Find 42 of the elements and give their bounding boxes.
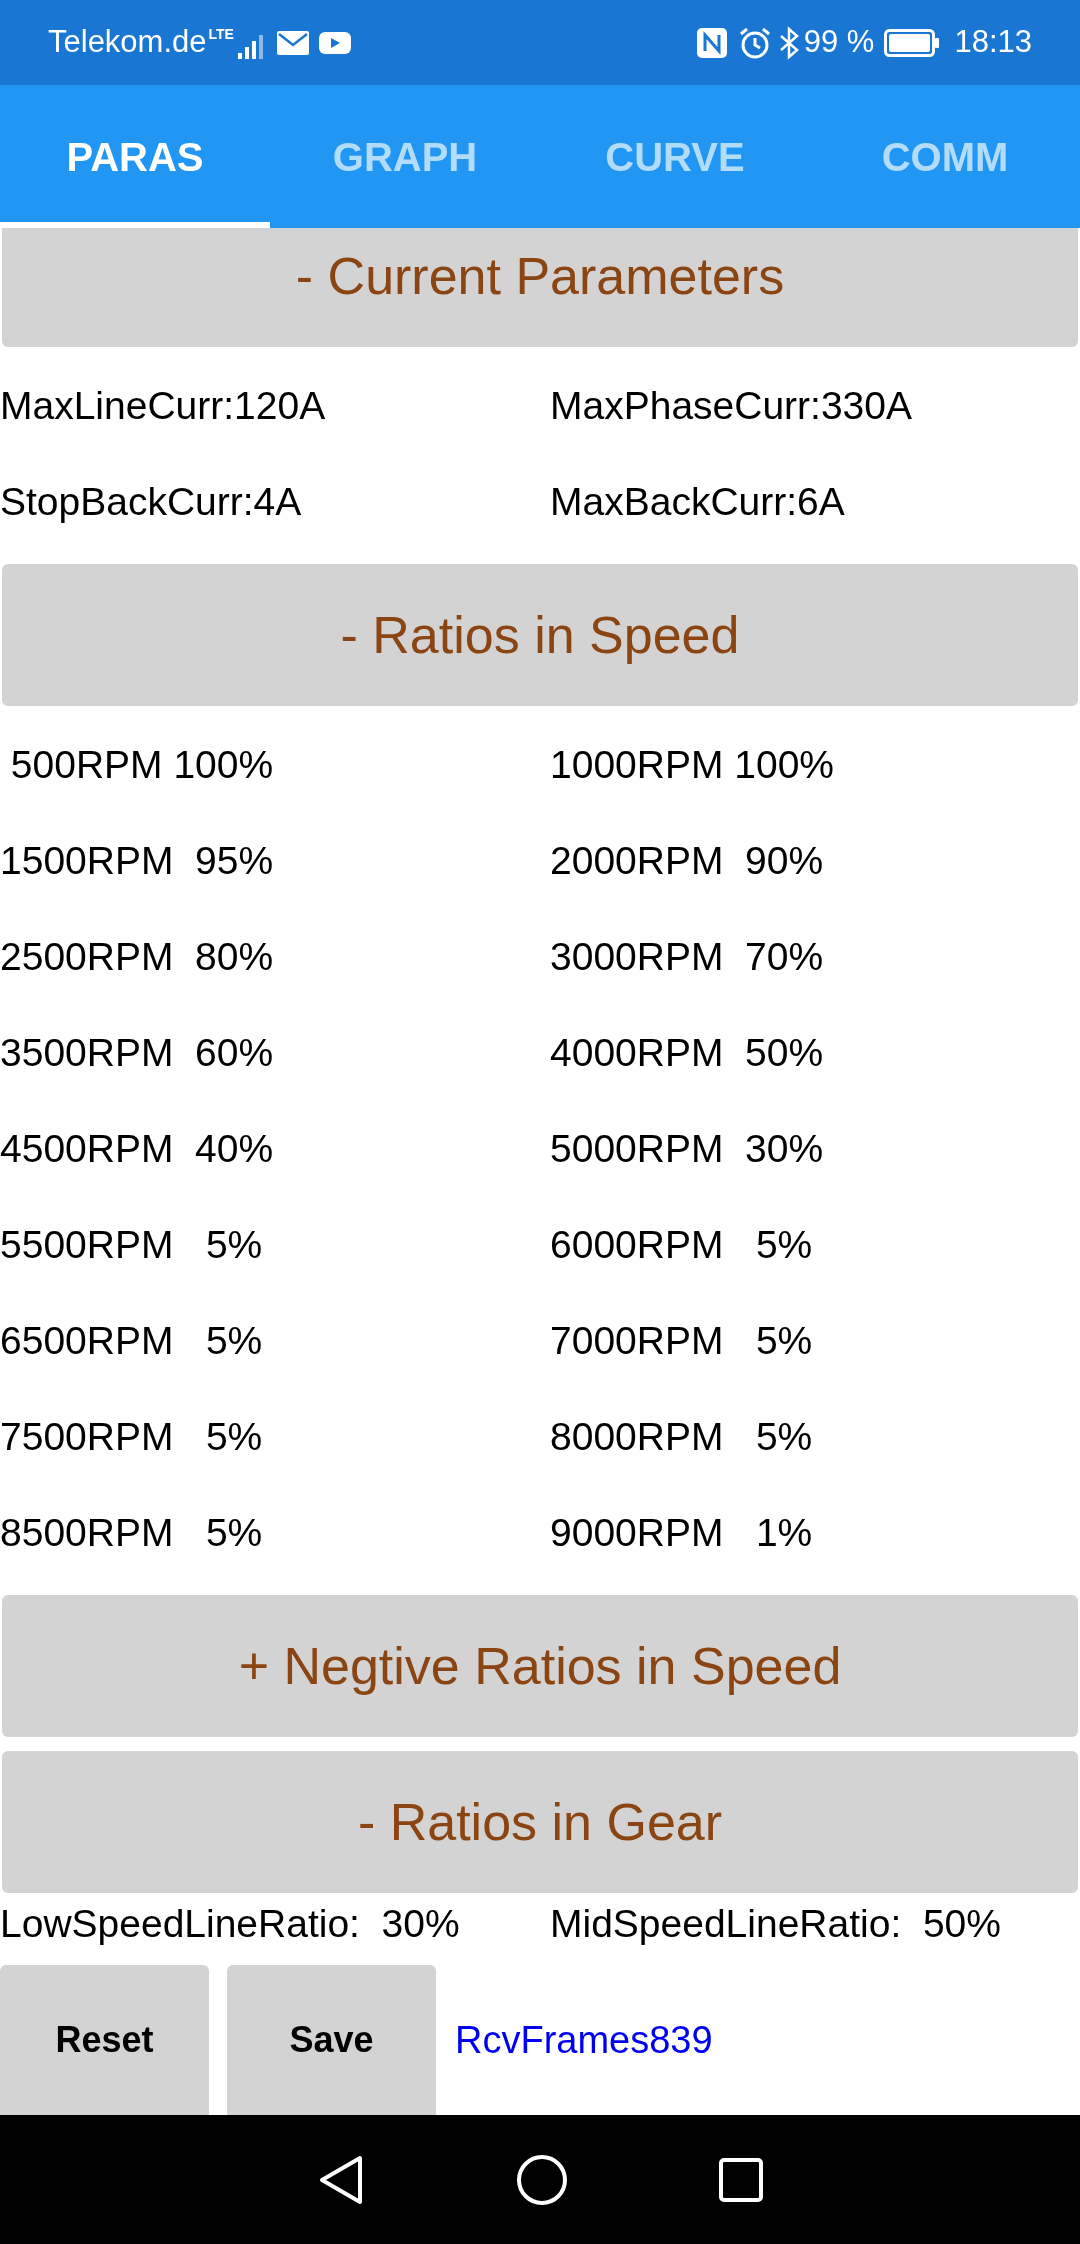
parameter-value: 1500RPM 95% <box>0 837 275 884</box>
parameter-value: 7000RPM 5% <box>550 1317 813 1364</box>
action-button[interactable]: Reset <box>0 1965 209 2115</box>
parameter-value: 7500RPM 5% <box>0 1413 264 1460</box>
home-icon[interactable] <box>516 2153 568 2206</box>
nfc-icon <box>695 26 728 59</box>
parameter-value: 4000RPM 50% <box>550 1029 824 1076</box>
parameter-value: 4500RPM 40% <box>0 1125 275 1172</box>
alarm-icon <box>737 25 772 60</box>
parameter-value: 3000RPM 70% <box>550 933 824 980</box>
parameter-value: 1000RPM 100% <box>550 741 834 788</box>
parameter-value: 8500RPM 5% <box>0 1509 264 1556</box>
parameter-value: 5000RPM 30% <box>550 1125 824 1172</box>
section-header[interactable]: + Negtive Ratios in Speed <box>2 1595 1078 1737</box>
parameter-value: MidSpeedLineRatio: 50% <box>550 1901 1001 1947</box>
clock-time: 18:13 <box>954 23 1032 62</box>
parameter-value: 3500RPM 60% <box>0 1029 275 1076</box>
battery-percent: 99 % <box>803 23 875 62</box>
parameter-value: StopBackCurr:4A <box>0 478 303 525</box>
parameter-value: 500RPM 100% <box>9 741 275 788</box>
parameter-value: 6500RPM 5% <box>0 1317 264 1364</box>
section-header[interactable]: - Current Parameters <box>2 228 1078 347</box>
parameter-value: MaxPhaseCurr:330A <box>550 382 912 429</box>
parameter-value: 8000RPM 5% <box>550 1413 813 1460</box>
parameter-value: 2000RPM 90% <box>550 837 824 884</box>
recents-icon[interactable] <box>718 2156 764 2203</box>
parameter-value: 5500RPM 5% <box>0 1221 264 1268</box>
parameter-value: MaxBackCurr:6A <box>550 478 845 525</box>
video-icon <box>317 29 352 56</box>
section-header[interactable]: - Ratios in Gear <box>2 1751 1078 1893</box>
frames-counter: RcvFrames839 <box>455 2017 713 2063</box>
section-header[interactable]: - Ratios in Speed <box>2 564 1078 706</box>
parameter-value: 2500RPM 80% <box>0 933 275 980</box>
mail-icon <box>275 29 310 56</box>
carrier-name: Telekom.de <box>48 23 207 62</box>
battery-icon <box>884 28 941 57</box>
parameter-value: 9000RPM 1% <box>550 1509 813 1556</box>
parameter-value: LowSpeedLineRatio: 30% <box>0 1901 461 1947</box>
action-button[interactable]: Save <box>227 1965 436 2115</box>
parameter-value: MaxLineCurr:120A <box>0 382 327 429</box>
network-type: LTE <box>208 25 234 44</box>
parameter-value: 6000RPM 5% <box>550 1221 813 1268</box>
